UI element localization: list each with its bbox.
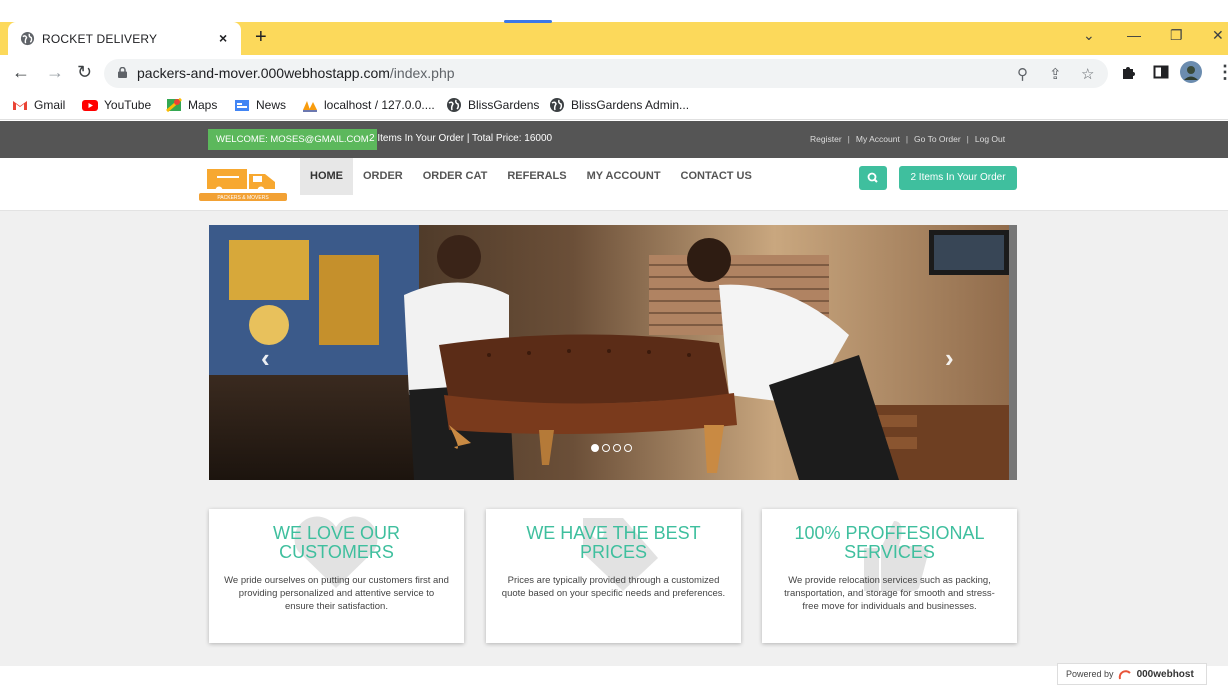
url-path: /index.php: [389, 65, 455, 81]
carousel-prev-button[interactable]: ‹: [261, 343, 270, 374]
loading-indicator: [504, 20, 552, 23]
card-text: We pride ourselves on putting our custom…: [224, 575, 449, 612]
separator: |: [847, 134, 850, 144]
separator: |: [966, 134, 969, 144]
feature-card-prices: WE HAVE THE BEST PRICES Prices are typic…: [486, 509, 741, 643]
bookmark-gmail[interactable]: Gmail: [12, 97, 65, 113]
extensions-icon[interactable]: [1120, 64, 1136, 80]
main-menu: HOME ORDER ORDER CAT REFERALS MY ACCOUNT…: [300, 158, 762, 195]
tab-title: ROCKET DELIVERY: [42, 32, 158, 46]
back-icon[interactable]: ←: [12, 62, 30, 83]
logo-text: PACKERS & MOVERS: [217, 195, 269, 201]
bookmark-youtube[interactable]: YouTube: [82, 97, 151, 113]
card-title: WE LOVE OUR CUSTOMERS: [272, 523, 401, 562]
side-panel-icon[interactable]: [1153, 64, 1169, 80]
phpmyadmin-icon: [303, 101, 317, 112]
menu-referals[interactable]: REFERALS: [497, 158, 576, 195]
menu-home[interactable]: HOME: [300, 158, 353, 195]
minimize-icon[interactable]: —: [1127, 27, 1141, 43]
menu-order-cat[interactable]: ORDER CAT: [413, 158, 498, 195]
welcome-badge: WELCOME: MOSES@GMAIL.COM: [208, 129, 377, 150]
card-text: Prices are typically provided through a …: [501, 575, 726, 599]
site-navbar: PACKERS & MOVERS HOME ORDER ORDER CAT RE…: [0, 158, 1228, 211]
carousel-indicators: [591, 444, 632, 452]
browser-toolbar: ← → ↻ packers-and-mover.000webhostapp.co…: [0, 55, 1228, 92]
zoom-icon[interactable]: ⚲: [1017, 65, 1028, 83]
separator: |: [905, 134, 909, 144]
news-icon: [235, 100, 249, 111]
url-text: packers-and-mover.000webhostapp.com/inde…: [137, 65, 455, 81]
menu-order[interactable]: ORDER: [353, 158, 413, 195]
carousel-indicator[interactable]: [591, 444, 599, 452]
carousel-next-button[interactable]: ›: [945, 343, 954, 374]
share-icon[interactable]: ⇪: [1049, 65, 1062, 83]
bookmark-label: Maps: [188, 98, 218, 112]
hero-image: [209, 225, 1017, 480]
restore-icon[interactable]: ❐: [1170, 27, 1183, 44]
card-title: 100% PROFFESIONAL SERVICES: [794, 523, 985, 562]
carousel-indicator[interactable]: [624, 444, 632, 452]
tab-close-icon[interactable]: ×: [219, 30, 227, 46]
close-window-icon[interactable]: ✕: [1212, 27, 1224, 44]
cart-button[interactable]: 2 Items In Your Order: [899, 166, 1017, 190]
globe-icon: [550, 98, 564, 112]
search-icon: [867, 172, 878, 183]
card-title: WE HAVE THE BEST PRICES: [526, 523, 701, 562]
carousel-indicator[interactable]: [602, 444, 610, 452]
feature-card-customers: WE LOVE OUR CUSTOMERS We pride ourselves…: [209, 509, 464, 643]
gmail-icon: [13, 101, 27, 110]
my-account-link[interactable]: My Account: [856, 134, 900, 144]
carousel-indicator[interactable]: [613, 444, 621, 452]
host-brand: 000webhost: [1136, 669, 1194, 680]
search-button[interactable]: [859, 166, 887, 190]
bookmark-label: Gmail: [34, 98, 66, 112]
log-out-link[interactable]: Log Out: [975, 134, 1005, 144]
bookmarks-bar: Gmail YouTube Maps News localhost / 127.…: [0, 92, 1228, 120]
account-links: Register | My Account | Go To Order | Lo…: [810, 134, 1005, 144]
site-topbar: WELCOME: MOSES@GMAIL.COM 2 Items In Your…: [0, 121, 1228, 158]
hero-carousel: ‹ ›: [209, 225, 1017, 480]
feature-card-services: 100% PROFFESIONAL SERVICES We provide re…: [762, 509, 1017, 643]
bookmark-label: BlissGardens Admin...: [571, 98, 690, 112]
bookmark-news[interactable]: News: [234, 97, 286, 113]
bookmark-maps[interactable]: Maps: [166, 97, 217, 113]
reload-icon[interactable]: ↻: [77, 62, 92, 83]
avatar[interactable]: [1180, 61, 1202, 83]
maps-icon: [166, 97, 182, 113]
bookmark-localhost[interactable]: localhost / 127.0.0....: [302, 97, 435, 113]
bookmark-label: localhost / 127.0.0....: [324, 98, 435, 112]
register-link[interactable]: Register: [810, 134, 842, 144]
menu-contact-us[interactable]: CONTACT US: [671, 158, 762, 195]
bookmark-label: News: [256, 98, 287, 112]
browser-tab[interactable]: ROCKET DELIVERY ×: [8, 22, 241, 55]
browser-tabstrip: ROCKET DELIVERY × + ⌄ — ❐ ✕: [0, 0, 1228, 55]
address-bar[interactable]: packers-and-mover.000webhostapp.com/inde…: [104, 59, 1108, 88]
lock-icon: [118, 67, 127, 78]
card-text: We provide relocation services such as p…: [784, 575, 995, 612]
powered-by-label: Powered by: [1066, 669, 1114, 679]
go-to-order-link[interactable]: Go To Order: [914, 134, 961, 144]
youtube-icon: [82, 100, 98, 111]
globe-icon: [447, 98, 461, 112]
bookmark-label: YouTube: [104, 98, 152, 112]
url-host: packers-and-mover.000webhostapp.com: [137, 65, 390, 81]
bookmark-blissgardens[interactable]: BlissGardens: [446, 97, 539, 113]
globe-icon: [20, 31, 35, 46]
forward-icon[interactable]: →: [46, 62, 64, 83]
menu-my-account[interactable]: MY ACCOUNT: [577, 158, 671, 195]
new-tab-button[interactable]: +: [255, 26, 267, 49]
bookmark-blissgardens-admin[interactable]: BlissGardens Admin...: [549, 97, 689, 113]
bookmark-label: BlissGardens: [468, 98, 540, 112]
bookmark-star-icon[interactable]: ☆: [1081, 65, 1094, 83]
site-logo[interactable]: PACKERS & MOVERS: [197, 166, 289, 202]
order-summary: 2 Items In Your Order | Total Price: 160…: [369, 133, 553, 144]
footer: [0, 666, 1228, 687]
website: WELCOME: MOSES@GMAIL.COM 2 Items In Your…: [0, 121, 1228, 687]
powered-by-badge[interactable]: Powered by 000webhost: [1057, 663, 1207, 685]
browser-menu-icon[interactable]: ⋮: [1216, 62, 1228, 83]
tab-search-icon[interactable]: ⌄: [1083, 27, 1095, 44]
webhost-logo-icon: [1118, 669, 1131, 679]
